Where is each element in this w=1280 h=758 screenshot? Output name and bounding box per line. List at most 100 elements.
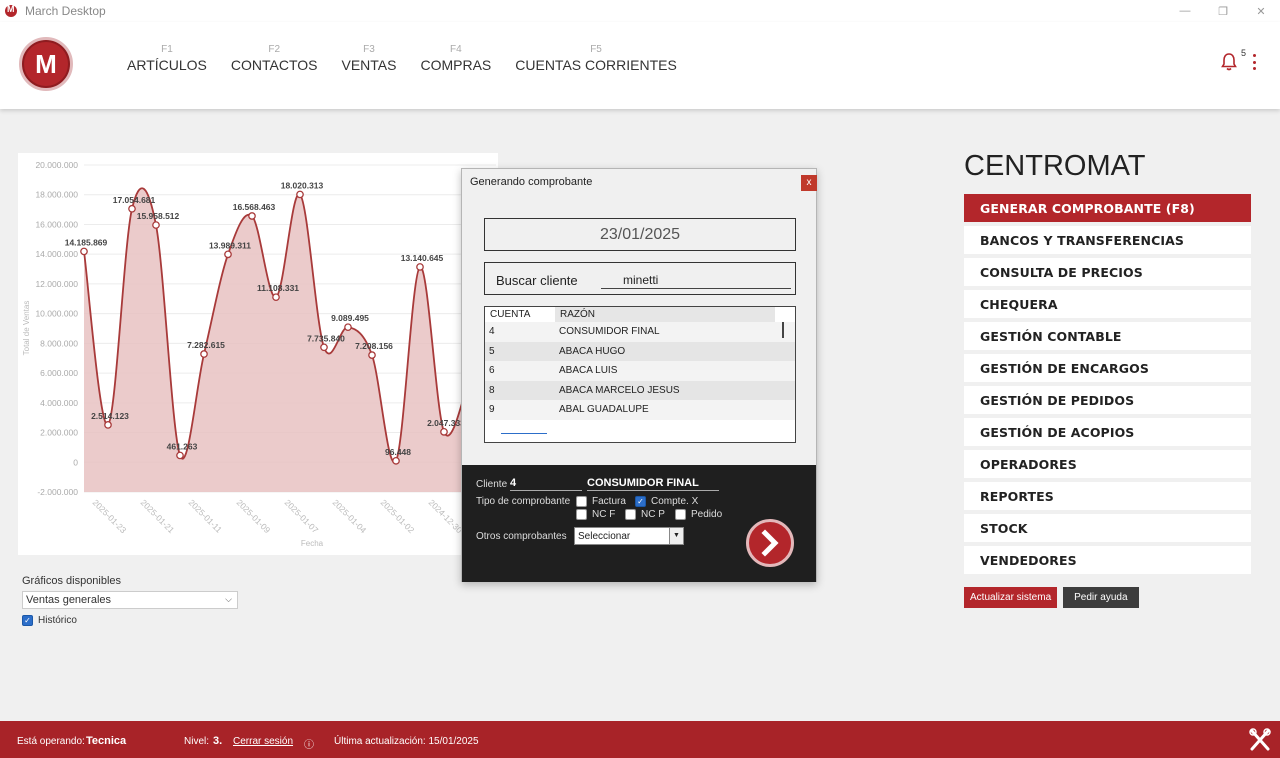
menu-gestion-pedidos[interactable]: GESTIÓN DE PEDIDOS (964, 386, 1251, 414)
nav-key: F2 (268, 44, 281, 55)
data-point[interactable] (224, 250, 232, 259)
data-point[interactable] (176, 451, 184, 460)
pedido-checkbox[interactable]: Pedido (675, 509, 722, 520)
x-tick-label: 2025-01-21 (139, 497, 177, 535)
table-header: CUENTA RAZÓN (485, 307, 795, 322)
minimize-button[interactable]: — (1166, 0, 1204, 22)
generate-voucher-dialog: Generando comprobante x 23/01/2025 Busca… (461, 168, 817, 582)
data-point[interactable] (296, 190, 304, 199)
more-menu-icon[interactable] (1253, 54, 1257, 70)
data-point[interactable] (248, 212, 256, 220)
close-window-button[interactable]: ✕ (1242, 0, 1280, 22)
nc-p-label: NC P (641, 509, 665, 520)
chart-type-select[interactable]: Ventas generales ⌵ (22, 591, 238, 609)
y-tick-label: -2.000.000 (37, 487, 78, 497)
historico-label: Histórico (38, 615, 77, 626)
bell-icon[interactable] (1221, 52, 1237, 72)
update-system-button[interactable]: Actualizar sistema (964, 587, 1058, 608)
x-tick-label: 2025-01-11 (187, 497, 225, 535)
nc-p-checkbox[interactable]: NC P (625, 509, 665, 520)
data-label: 18.020.313 (281, 180, 324, 190)
dialog-close-button[interactable]: x (801, 175, 817, 191)
nav-item-compras[interactable]: F4 COMPRAS (420, 44, 491, 73)
data-label: 11.108.331 (257, 283, 299, 293)
historico-checkbox[interactable]: ✓ Histórico (22, 615, 77, 626)
table-row[interactable]: 4 CONSUMIDOR FINAL (485, 322, 795, 342)
nav-item-contactos[interactable]: F2 CONTACTOS (231, 44, 318, 73)
table-row[interactable]: 8 ABACA MARCELO JESUS (485, 380, 795, 400)
menu-stock[interactable]: STOCK (964, 514, 1251, 542)
data-point[interactable] (104, 421, 112, 429)
header: M F1 ARTÍCULOS F2 CONTACTOS F3 VENTAS F4 COM… (0, 22, 1280, 109)
data-point[interactable] (200, 350, 208, 358)
data-point[interactable] (80, 247, 88, 256)
logo[interactable]: M (19, 37, 73, 91)
main-nav: F1 ARTÍCULOS F2 CONTACTOS F3 VENTAS F4 COMPR… (127, 44, 677, 73)
title-bar: March Desktop — ❐ ✕ (0, 0, 1280, 22)
voucher-type-label: Tipo de comprobante (476, 496, 571, 507)
menu-gestion-contable[interactable]: GESTIÓN CONTABLE (964, 322, 1251, 350)
cell-cuenta: 5 (489, 345, 495, 357)
y-tick-label: 14.000.000 (35, 249, 78, 259)
data-point[interactable] (152, 221, 160, 229)
compte-x-checkbox[interactable]: ✓ Compte. X (635, 496, 698, 507)
nav-item-articulos[interactable]: F1 ARTÍCULOS (127, 44, 207, 73)
table-row[interactable]: 6 ABACA LUIS (485, 361, 795, 381)
nav-key: F4 (450, 44, 462, 55)
data-label: 461.263 (167, 441, 198, 451)
table-scrollbar[interactable] (782, 322, 784, 338)
menu-gestion-encargos[interactable]: GESTIÓN DE ENCARGOS (964, 354, 1251, 382)
client-code-field[interactable]: 4 (510, 477, 582, 491)
data-point[interactable] (416, 263, 424, 271)
menu-vendedores[interactable]: VENDEDORES (964, 546, 1251, 574)
tools-icon[interactable] (1249, 728, 1271, 752)
other-vouchers-value: Seleccionar (578, 531, 631, 542)
nc-f-checkbox[interactable]: NC F (576, 509, 615, 520)
menu-gestion-acopios[interactable]: GESTIÓN DE ACOPIOS (964, 418, 1251, 446)
nav-label: CONTACTOS (230, 57, 318, 73)
chevron-down-icon: ⌵ (225, 594, 232, 604)
column-header-cuenta[interactable]: CUENTA (485, 307, 555, 322)
table-link-underline (501, 433, 547, 434)
data-point[interactable] (320, 343, 328, 352)
menu-generar-comprobante[interactable]: GENERAR COMPROBANTE (F8) (964, 194, 1251, 222)
nav-label: VENTAS (341, 57, 397, 73)
client-search-input[interactable] (601, 271, 791, 289)
y-tick-label: 20.000.000 (35, 160, 78, 170)
data-point[interactable] (368, 351, 376, 359)
factura-checkbox[interactable]: Factura (576, 496, 626, 507)
data-point[interactable] (344, 323, 352, 332)
menu-reportes[interactable]: REPORTES (964, 482, 1251, 510)
table-row[interactable]: 5 ABACA HUGO (485, 341, 795, 361)
nav-item-ventas[interactable]: F3 VENTAS (341, 44, 396, 73)
logout-link[interactable]: Cerrar sesión (233, 736, 293, 747)
client-search-box: Buscar cliente (484, 262, 796, 295)
cell-razon: ABACA LUIS (559, 365, 618, 377)
nav-label: COMPRAS (420, 57, 492, 73)
data-label: 7.735.840 (307, 333, 345, 343)
menu-bancos[interactable]: BANCOS Y TRANSFERENCIAS (964, 226, 1251, 254)
checkbox-icon (625, 509, 636, 520)
checkbox-icon (576, 496, 587, 507)
column-header-razon[interactable]: RAZÓN (555, 307, 775, 322)
help-button[interactable]: Pedir ayuda (1063, 587, 1139, 608)
data-point[interactable] (440, 427, 448, 436)
date-field[interactable]: 23/01/2025 (484, 218, 796, 251)
nav-label: ARTÍCULOS (127, 57, 207, 73)
nav-item-cuentas-corrientes[interactable]: F5 CUENTAS CORRIENTES (515, 44, 677, 73)
client-name-field: CONSUMIDOR FINAL (587, 477, 719, 491)
other-vouchers-select[interactable]: Seleccionar ▼ (574, 527, 684, 545)
data-point[interactable] (392, 456, 400, 465)
data-label: 7.282.615 (187, 340, 225, 350)
data-point[interactable] (272, 293, 280, 302)
table-row[interactable]: 9 ABAL GUADALUPE (485, 400, 795, 420)
menu-operadores[interactable]: OPERADORES (964, 450, 1251, 478)
info-icon[interactable]: ⓘ (304, 736, 314, 751)
menu-chequera[interactable]: CHEQUERA (964, 290, 1251, 318)
maximize-button[interactable]: ❐ (1204, 0, 1242, 22)
menu-consulta-precios[interactable]: CONSULTA DE PRECIOS (964, 258, 1251, 286)
x-axis-label: Fecha (301, 539, 324, 548)
sales-chart: 20.000.000 18.000.000 16.000.000 14.000.000… (18, 153, 498, 555)
data-point[interactable] (128, 204, 136, 213)
confirm-arrow-button[interactable] (746, 519, 794, 567)
